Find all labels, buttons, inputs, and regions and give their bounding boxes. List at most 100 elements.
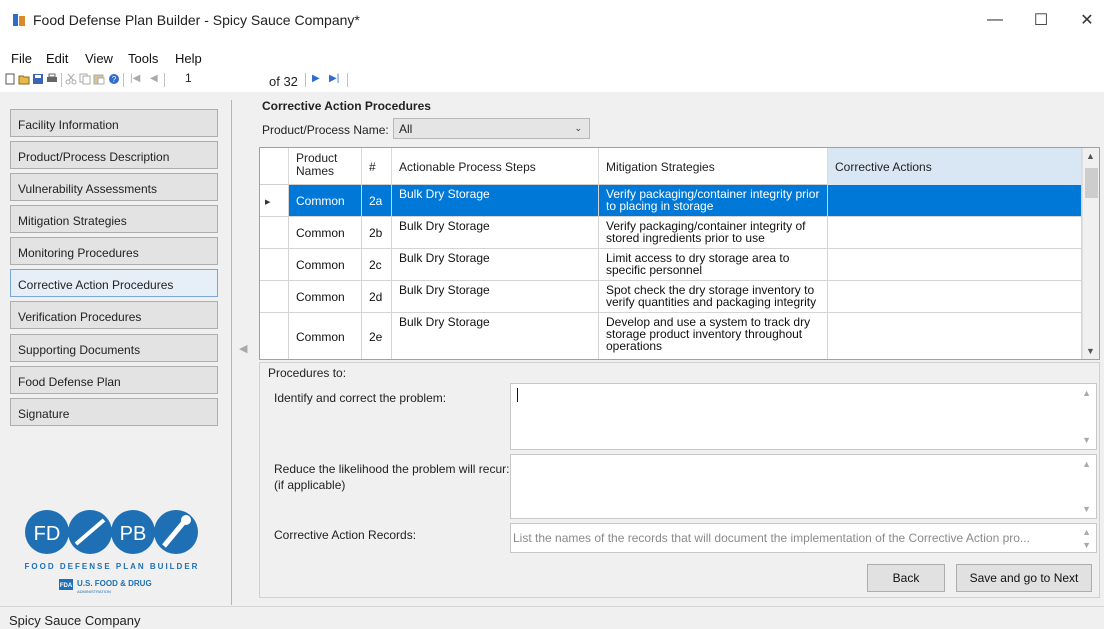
scroll-down-icon[interactable]: ▼ <box>1086 346 1095 356</box>
cell-corrective[interactable] <box>828 217 1082 248</box>
sidebar-item-vulnerability-assessments[interactable]: Vulnerability Assessments <box>10 173 218 201</box>
toolbar-separator <box>61 73 62 87</box>
prev-page-icon[interactable]: ◀ <box>150 73 158 84</box>
reduce-recurrence-textarea[interactable]: ▲ ▼ <box>510 454 1097 519</box>
corrective-actions-grid[interactable]: Product Names # Actionable Process Steps… <box>259 147 1100 360</box>
cell-mitigation[interactable]: Verify packaging/container integrity pri… <box>599 185 828 216</box>
back-button[interactable]: Back <box>867 564 945 592</box>
minimize-button[interactable]: — <box>972 0 1018 40</box>
column-header-mitigation-strategies[interactable]: Mitigation Strategies <box>599 148 828 185</box>
cell-product[interactable]: Common <box>289 281 362 312</box>
cell-corrective[interactable] <box>828 249 1082 280</box>
first-page-icon[interactable]: |◀ <box>130 73 140 84</box>
cell-step[interactable]: Bulk Dry Storage <box>392 217 599 248</box>
identify-label: Identify and correct the problem: <box>274 391 447 405</box>
cell-product[interactable]: Common <box>289 313 362 359</box>
paste-icon[interactable] <box>93 73 105 85</box>
row-selector[interactable] <box>260 249 289 280</box>
scroll-down-icon[interactable]: ▼ <box>1082 540 1091 550</box>
cell-product[interactable]: Common <box>289 217 362 248</box>
print-icon[interactable] <box>46 73 58 85</box>
cell-product[interactable]: Common <box>289 249 362 280</box>
fda-agency-subtext: ADMINISTRATION <box>77 589 111 594</box>
menu-help[interactable]: Help <box>175 51 202 66</box>
status-text: Spicy Sauce Company <box>9 613 141 628</box>
table-row[interactable]: Common 2b Bulk Dry Storage Verify packag… <box>260 217 1082 249</box>
cell-mitigation[interactable]: Limit access to dry storage area to spec… <box>599 249 828 280</box>
cell-mitigation[interactable]: Verify packaging/container integrity of … <box>599 217 828 248</box>
product-filter-label: Product/Process Name: <box>262 123 389 137</box>
cell-step[interactable]: Bulk Dry Storage <box>392 313 599 359</box>
cell-corrective[interactable] <box>828 185 1082 216</box>
scrollbar-thumb[interactable] <box>1085 168 1098 198</box>
next-page-icon[interactable]: ▶ <box>312 73 320 84</box>
table-row[interactable]: ▶ Common 2a Bulk Dry Storage Verify pack… <box>260 185 1082 217</box>
cell-step[interactable]: Bulk Dry Storage <box>392 185 599 216</box>
sidebar-item-product-process-description[interactable]: Product/Process Description <box>10 141 218 169</box>
sidebar-item-signature[interactable]: Signature <box>10 398 218 426</box>
menu-view[interactable]: View <box>85 51 113 66</box>
column-header-actionable-steps[interactable]: Actionable Process Steps <box>392 148 599 185</box>
corrective-action-records-input[interactable]: List the names of the records that will … <box>510 523 1097 553</box>
cell-number[interactable]: 2c <box>362 249 392 280</box>
maximize-button[interactable]: ☐ <box>1018 0 1064 40</box>
cell-corrective[interactable] <box>828 281 1082 312</box>
sidebar-item-monitoring-procedures[interactable]: Monitoring Procedures <box>10 237 218 265</box>
close-button[interactable]: ✕ <box>1064 0 1104 40</box>
open-icon[interactable] <box>18 73 30 85</box>
page-count-label: of 32 <box>269 74 298 89</box>
scroll-down-icon[interactable]: ▼ <box>1082 504 1091 514</box>
cut-icon[interactable] <box>65 73 77 85</box>
column-header-corrective-actions[interactable]: Corrective Actions <box>828 148 1082 185</box>
save-and-next-button[interactable]: Save and go to Next <box>956 564 1092 592</box>
sidebar-item-mitigation-strategies[interactable]: Mitigation Strategies <box>10 205 218 233</box>
scroll-up-icon[interactable]: ▲ <box>1082 527 1091 537</box>
new-icon[interactable] <box>4 73 16 85</box>
column-header-number[interactable]: # <box>362 148 392 185</box>
row-selector[interactable] <box>260 313 289 359</box>
last-page-icon[interactable]: ▶| <box>329 73 339 84</box>
sidebar-item-verification-procedures[interactable]: Verification Procedures <box>10 301 218 329</box>
table-row[interactable]: Common 2e Bulk Dry Storage Develop and u… <box>260 313 1082 359</box>
collapse-sidebar-icon[interactable]: ◀ <box>239 342 247 355</box>
product-filter-select[interactable]: All ⌄ <box>393 118 590 139</box>
cell-number[interactable]: 2e <box>362 313 392 359</box>
cell-mitigation[interactable]: Develop and use a system to track dry st… <box>599 313 828 359</box>
cell-step[interactable]: Bulk Dry Storage <box>392 249 599 280</box>
copy-icon[interactable] <box>79 73 91 85</box>
scroll-up-icon[interactable]: ▲ <box>1086 151 1095 161</box>
row-selector[interactable] <box>260 281 289 312</box>
sidebar-item-corrective-action-procedures[interactable]: Corrective Action Procedures <box>10 269 218 297</box>
cell-corrective[interactable] <box>828 313 1082 359</box>
identify-problem-textarea[interactable]: ▲ ▼ <box>510 383 1097 450</box>
product-filter-value: All <box>399 122 413 136</box>
splitter[interactable] <box>231 100 232 605</box>
cell-step[interactable]: Bulk Dry Storage <box>392 281 599 312</box>
sidebar-item-food-defense-plan[interactable]: Food Defense Plan <box>10 366 218 394</box>
scroll-up-icon[interactable]: ▲ <box>1082 388 1091 398</box>
cell-number[interactable]: 2a <box>362 185 392 216</box>
scroll-up-icon[interactable]: ▲ <box>1082 459 1091 469</box>
grid-scrollbar[interactable]: ▲ ▼ <box>1082 148 1099 359</box>
window-title: Food Defense Plan Builder - Spicy Sauce … <box>33 12 360 28</box>
menu-file[interactable]: File <box>11 51 32 66</box>
sidebar-item-supporting-documents[interactable]: Supporting Documents <box>10 334 218 362</box>
cell-mitigation[interactable]: Spot check the dry storage inventory to … <box>599 281 828 312</box>
help-icon[interactable]: ? <box>108 73 120 85</box>
table-row[interactable]: Common 2c Bulk Dry Storage Limit access … <box>260 249 1082 281</box>
table-row[interactable]: Common 2d Bulk Dry Storage Spot check th… <box>260 281 1082 313</box>
toolbar-separator <box>123 73 124 87</box>
menu-tools[interactable]: Tools <box>128 51 158 66</box>
scroll-down-icon[interactable]: ▼ <box>1082 435 1091 445</box>
row-selector[interactable]: ▶ <box>260 185 289 216</box>
column-header-product-names[interactable]: Product Names <box>289 148 362 185</box>
cell-product[interactable]: Common <box>289 185 362 216</box>
row-selector[interactable] <box>260 217 289 248</box>
grid-header: Product Names # Actionable Process Steps… <box>260 148 1082 185</box>
page-number-input[interactable]: 1 <box>184 71 260 88</box>
cell-number[interactable]: 2b <box>362 217 392 248</box>
menu-edit[interactable]: Edit <box>46 51 68 66</box>
cell-number[interactable]: 2d <box>362 281 392 312</box>
sidebar-item-facility-information[interactable]: Facility Information <box>10 109 218 137</box>
save-icon[interactable] <box>32 73 44 85</box>
